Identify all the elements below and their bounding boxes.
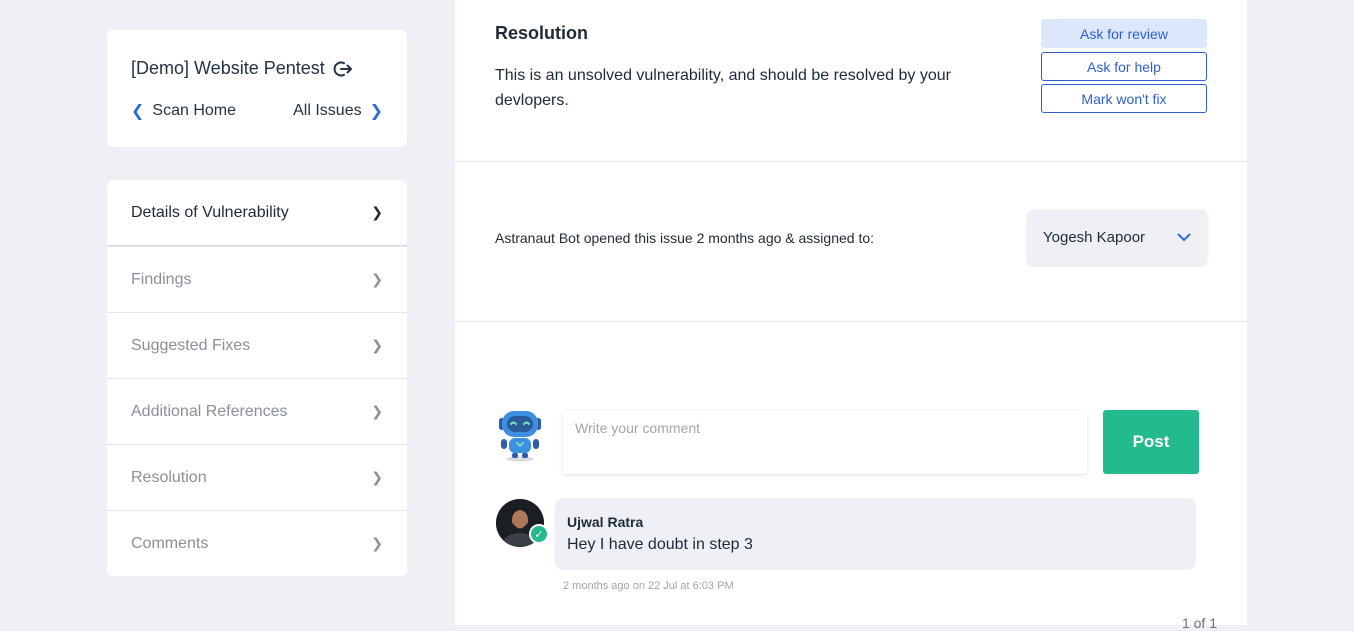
comment-timestamp: 2 months ago on 22 Jul at 6:03 PM (563, 580, 734, 592)
chevron-right-icon: ❯ (371, 204, 383, 220)
scan-home-link[interactable]: ❮ Scan Home (131, 101, 236, 121)
resolution-heading: Resolution (495, 23, 588, 43)
comment-bubble: Ujwal Ratra Hey I have doubt in step 3 (555, 498, 1196, 570)
scan-title-text: [Demo] Website Pentest (131, 58, 325, 78)
menu-item-resolution[interactable]: Resolution ❯ (107, 444, 407, 510)
assignee-name: Yogesh Kapoor (1043, 229, 1146, 246)
menu-item-additional-references[interactable]: Additional References ❯ (107, 378, 407, 444)
user-avatar: ✓ (496, 499, 549, 547)
chevron-right-icon: ❯ (371, 469, 383, 485)
comment-body: Hey I have doubt in step 3 (567, 536, 753, 553)
exit-icon[interactable] (333, 60, 353, 78)
bot-avatar (499, 411, 541, 462)
scan-home-label: Scan Home (152, 102, 236, 119)
scan-card: [Demo] Website Pentest ❮ Scan Home All I… (107, 30, 407, 147)
menu-item-details[interactable]: Details of Vulnerability ❯ (107, 180, 407, 246)
all-issues-label: All Issues (293, 102, 362, 119)
menu-item-comments[interactable]: Comments ❯ (107, 510, 407, 576)
assignment-section: Astranaut Bot opened this issue 2 months… (455, 162, 1247, 322)
assignee-dropdown[interactable]: Yogesh Kapoor (1027, 210, 1207, 265)
check-icon: ✓ (529, 524, 549, 544)
chevron-down-icon (1177, 233, 1191, 241)
chevron-left-icon: ❮ (131, 103, 145, 120)
all-issues-link[interactable]: All Issues ❯ (293, 101, 383, 121)
menu-item-label: Additional References (131, 402, 288, 420)
resolution-section: Resolution This is an unsolved vulnerabi… (455, 0, 1247, 162)
chevron-right-icon: ❯ (371, 403, 383, 419)
resolution-text: This is an unsolved vulnerability, and s… (495, 67, 951, 109)
chevron-right-icon: ❯ (369, 103, 383, 120)
menu-item-suggested-fixes[interactable]: Suggested Fixes ❯ (107, 312, 407, 378)
comment-pager: 1 of 1 (1181, 615, 1217, 631)
post-comment-button[interactable]: Post (1103, 410, 1199, 474)
comment-input[interactable] (563, 410, 1087, 474)
menu-item-label: Findings (131, 270, 192, 288)
menu-item-findings[interactable]: Findings ❯ (107, 246, 407, 312)
assignment-text: Astranaut Bot opened this issue 2 months… (495, 230, 875, 246)
section-menu: Details of Vulnerability ❯ Findings ❯ Su… (107, 180, 407, 576)
main-panel: Resolution This is an unsolved vulnerabi… (455, 0, 1247, 631)
scan-title: [Demo] Website Pentest (131, 58, 353, 79)
chevron-right-icon: ❯ (371, 337, 383, 353)
chevron-right-icon: ❯ (371, 535, 383, 551)
mark-wont-fix-button[interactable]: Mark won't fix (1041, 84, 1207, 113)
menu-item-label: Comments (131, 534, 209, 552)
menu-item-label: Details of Vulnerability (131, 203, 289, 221)
ask-for-help-button[interactable]: Ask for help (1041, 52, 1207, 81)
ask-for-review-button[interactable]: Ask for review (1041, 19, 1207, 48)
comment-author: Ujwal Ratra (567, 514, 644, 530)
menu-item-label: Resolution (131, 468, 207, 486)
chevron-right-icon: ❯ (371, 271, 383, 287)
menu-item-label: Suggested Fixes (131, 336, 251, 354)
